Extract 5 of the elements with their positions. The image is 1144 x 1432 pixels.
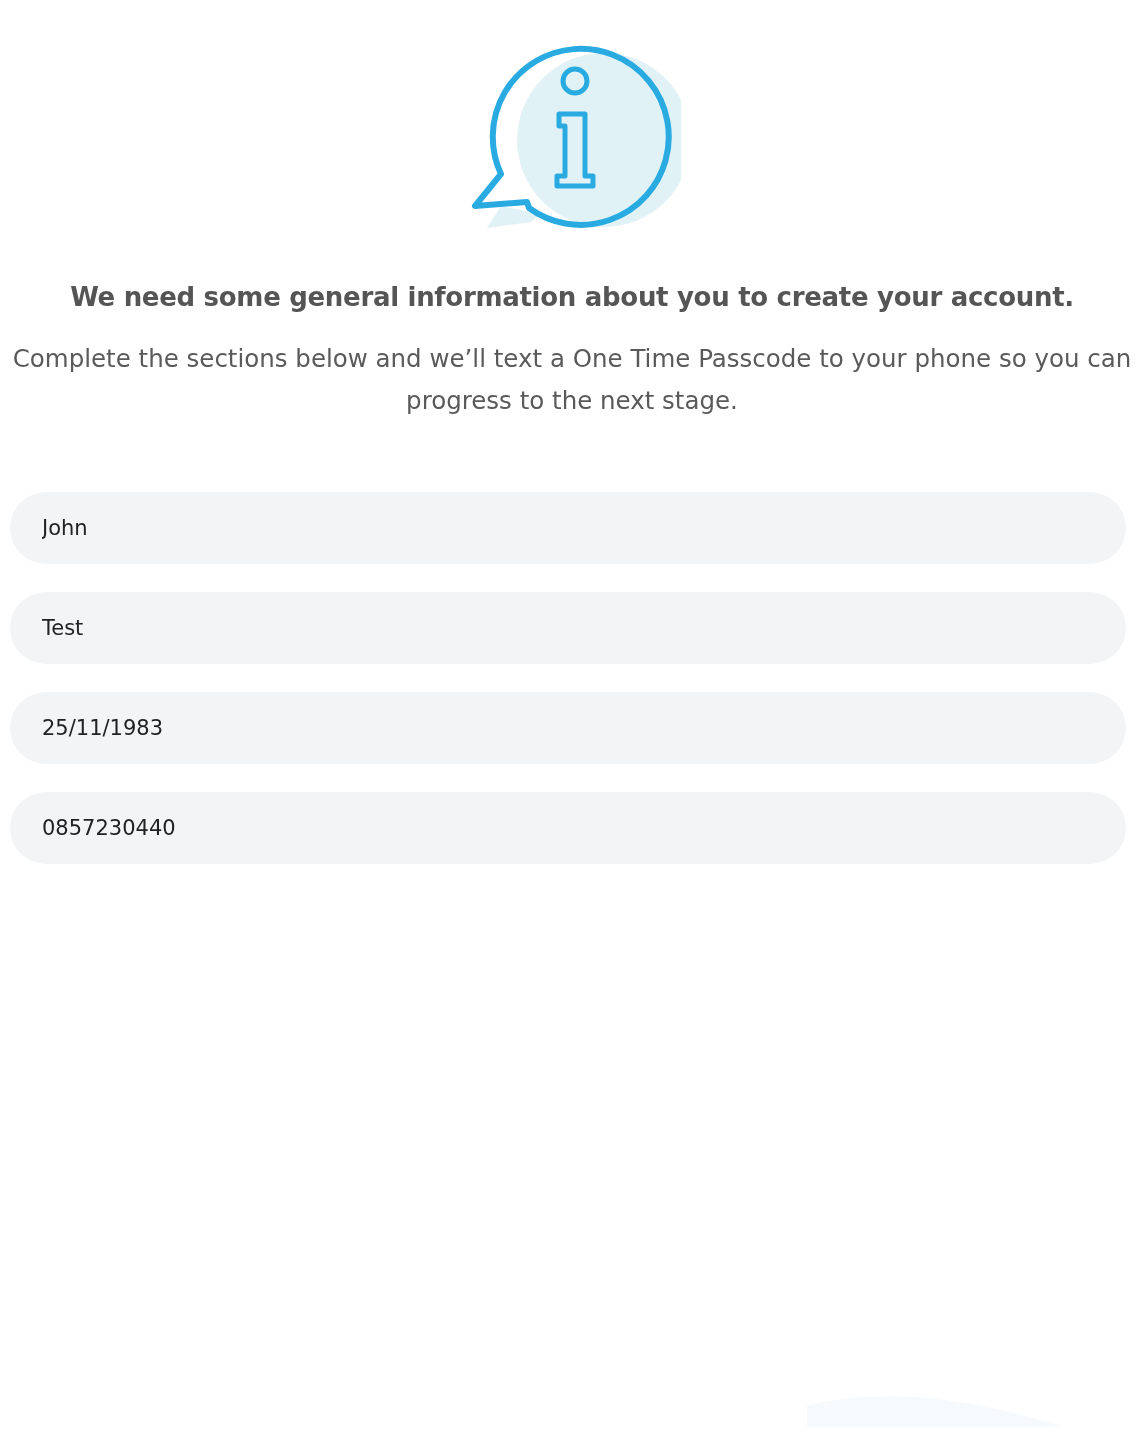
- input-field[interactable]: Test: [10, 592, 1126, 664]
- intro-text: Complete the sections below and we’ll text a One Time Passcode to your phone so you can progress to the next stage.: [11, 343, 1133, 417]
- heading: We need some general information about you to create your account.: [70, 282, 1074, 312]
- input-field[interactable]: 0857230440: [10, 792, 1126, 864]
- input-field[interactable]: 25/11/1983: [10, 692, 1126, 764]
